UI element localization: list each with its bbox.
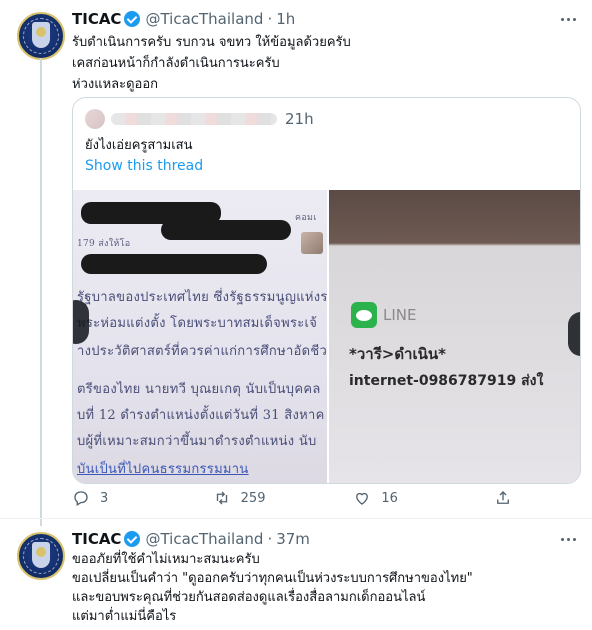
tweet-text: ขออภัยที่ใช้คำไม่เหมาะสมนะครับ ขอเปลี่ยน… [72,550,473,626]
redaction-bar [161,220,291,240]
timestamp[interactable]: 1h [276,10,295,28]
tweet-text: รับดำเนินการครับ รบกวน จขทว ให้ข้อมูลด้ว… [72,32,351,95]
blurred-username [111,113,277,125]
tweet-header: TICAC @TicacThailand · 1h [72,9,295,29]
reply-icon [74,491,88,506]
retweet-button[interactable]: 259 [213,489,283,507]
quoted-photo-document[interactable]: 179 ส่งให้โอ คอมเ รัฐบาลของประเทศไทย ซึ่… [73,190,327,483]
image-nav-right [568,312,580,356]
tweet-text-line: และขอบพระคุณที่ช่วยกันสอดส่องดูแลเรื่องส… [72,590,426,605]
retweet-icon [216,491,227,505]
photo-thumbnail [301,232,323,254]
tweet-actions: 3 259 16 [72,487,512,509]
photo-text: างประวัติศาสตร์ที่ควรค่าแก่การศึกษาอัดชี… [77,344,327,359]
photo-text: บผู้ที่เหมาะสมกว่าขึ้นมาดำรงตำแหน่ง นับ [77,434,317,449]
quoted-tweet-header: 21h [85,109,314,129]
tweet-text-line: ขอเปลี่ยนเป็นคำว่า "ดูออกครับว่าทุกคนเป็… [72,571,473,586]
tweet-divider [0,518,592,519]
more-options-icon[interactable] [558,529,578,549]
line-app-icon [351,302,377,328]
star-icon [36,27,46,37]
handle[interactable]: @TicacThailand [145,10,263,28]
photo-text: internet-0986787919 ส่งใ [349,373,544,389]
more-options-icon[interactable] [558,9,578,29]
like-count: 16 [381,490,398,506]
handle[interactable]: @TicacThailand [145,530,263,548]
avatar[interactable] [17,12,65,60]
quoted-tweet[interactable]: 21h ยังไงเอ่ยครูสามเสน Show this thread … [72,97,581,484]
photo-text: คอมเ [295,213,317,223]
avatar[interactable] [17,532,65,580]
quoted-avatar [85,109,105,129]
share-icon [497,491,509,504]
heart-icon [356,492,369,505]
display-name[interactable]: TICAC [72,10,121,28]
photo-text: ตรีของไทย นายทวี บุณยเกตุ นับเป็นบุคคล [77,382,321,397]
photo-text: รัฐบาลของประเทศไทย ซึ่งรัฐธรรมนูญแห่งร [77,290,327,305]
like-button[interactable]: 16 [353,489,423,507]
photo-text: *วารี>ดำเนิน* [349,345,446,363]
separator-dot: · [267,530,273,548]
show-thread-link[interactable]: Show this thread [85,158,203,174]
tweet-text-line: ขออภัยที่ใช้คำไม่เหมาะสมนะครับ [72,552,260,567]
timestamp[interactable]: 37m [276,530,310,548]
tweet-text-line: รับดำเนินการครับ รบกวน จขทว ให้ข้อมูลด้ว… [72,35,351,50]
image-nav-left [73,300,89,344]
verified-badge-icon [124,531,141,547]
display-name[interactable]: TICAC [72,530,121,548]
photo-text: LINE [383,306,417,324]
star-icon [36,547,46,557]
tweet[interactable]: TICAC @TicacThailand · 1h รับดำเนินการคร… [0,0,592,526]
separator-dot: · [267,10,273,28]
quoted-photo-line-chat[interactable]: LINE *วารี>ดำเนิน* internet-0986787919 ส… [329,190,580,483]
photo-text: บันเป็นที่ไปคนธรรมกรรมมาน [77,462,249,477]
quoted-timestamp: 21h [285,110,314,128]
tweet[interactable]: TICAC @TicacThailand · 37m ขออภัยที่ใช้ค… [0,518,592,630]
thread-connector [40,58,42,526]
tweet-text-line: ห่วงแหละดูออก [72,77,159,92]
redaction-bar [81,254,267,274]
tweet-text-line: แต่มาต่ำแม่นี่คือไร [72,609,177,624]
share-button[interactable] [494,489,512,507]
verified-badge-icon [124,11,141,27]
photo-text: บที่ 12 ดำรงตำแหน่งตั้งแต่วันที่ 31 สิงห… [77,408,325,423]
reply-button[interactable]: 3 [72,489,142,507]
retweet-count: 259 [240,490,266,506]
photo-text: พระห่อมแต่งตั้ง โดยพระบาทสมเด็จพระเจ้ [77,316,318,331]
reply-count: 3 [100,490,109,506]
quoted-text: ยังไงเอ่ยครูสามเสน [85,138,193,153]
tweet-header: TICAC @TicacThailand · 37m [72,529,310,549]
tweet-text-line: เคสก่อนหน้าก็กำลังดำเนินการนะครับ [72,56,280,71]
photo-text: 179 ส่งให้โอ [77,239,131,249]
